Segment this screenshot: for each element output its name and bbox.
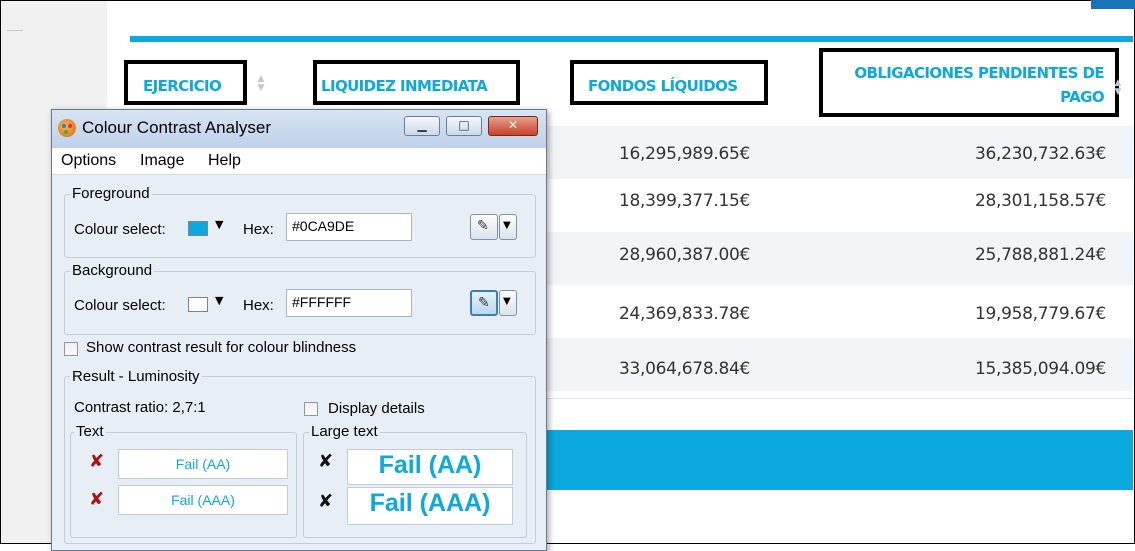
gutter-dash — [7, 30, 23, 31]
fg-hex-input[interactable]: #0CA9DE — [286, 213, 412, 241]
chevron-down-icon: ▼ — [503, 296, 511, 307]
corner-tab — [1091, 0, 1135, 9]
bg-hex-label: Hex: — [243, 297, 274, 314]
cross-icon: ✘ — [89, 451, 105, 472]
background-label: Background — [70, 262, 155, 279]
bg-colour-select[interactable]: ▼ — [188, 294, 238, 316]
chevron-down-icon: ▼ — [215, 218, 224, 231]
minimize-icon: ▁ — [417, 118, 427, 132]
palette-icon — [58, 119, 76, 137]
display-details-checkbox[interactable] — [304, 402, 318, 416]
bg-picker-button[interactable]: ✎ — [470, 290, 498, 316]
cell-obligaciones: 19,958,779.67€ — [975, 304, 1106, 324]
cross-icon: ✘ — [318, 451, 334, 472]
bg-swatch — [188, 297, 208, 312]
text-aaa-result: Fail (AAA) — [118, 485, 288, 515]
cell-fondos: 18,399,377.15€ — [619, 191, 750, 211]
header-outline-obligaciones — [819, 48, 1119, 117]
cell-fondos: 16,295,989.65€ — [619, 144, 750, 164]
fg-colour-select-label: Colour select: — [74, 221, 166, 238]
chevron-down-icon: ▼ — [215, 294, 224, 307]
text-aa-result: Fail (AA) — [118, 449, 288, 479]
header-obligaciones-line2[interactable]: PAGO — [830, 88, 1104, 106]
eyedropper-icon: ✎ — [477, 218, 489, 234]
fg-colour-select[interactable]: ▼ — [188, 218, 238, 240]
maximize-icon: □ — [458, 118, 470, 132]
maximize-button[interactable]: □ — [446, 116, 482, 136]
large-aaa-result: Fail (AAA) — [347, 487, 513, 525]
foreground-label: Foreground — [70, 185, 152, 202]
large-aa-result: Fail (AA) — [347, 449, 513, 485]
cross-icon: ✘ — [89, 489, 105, 510]
table-top-rule — [130, 36, 1133, 42]
header-liquidez[interactable]: LIQUIDEZ INMEDIATA — [321, 77, 488, 95]
bg-colour-select-label: Colour select: — [74, 297, 166, 314]
fg-picker-button[interactable]: ✎ — [470, 214, 498, 240]
result-label: Result - Luminosity — [70, 368, 202, 385]
menu-help[interactable]: Help — [208, 152, 241, 170]
menu-image[interactable]: Image — [140, 152, 184, 170]
cell-obligaciones: 25,788,881.24€ — [975, 245, 1106, 265]
header-fondos[interactable]: FONDOS LÍQUIDOS — [588, 77, 738, 95]
cell-fondos: 28,960,387.00€ — [619, 245, 750, 265]
text-label: Text — [74, 423, 106, 440]
sort-icon[interactable]: ▲ ▼ — [1113, 79, 1123, 99]
header-ejercicio[interactable]: EJERCICIO — [143, 77, 222, 95]
fg-hex-label: Hex: — [243, 221, 274, 238]
menu-bar: Options Image Help — [52, 148, 546, 175]
colour-contrast-dialog: Colour Contrast Analyser ▁ □ ✕ Options I… — [51, 109, 547, 551]
fg-swatch — [188, 221, 208, 236]
contrast-ratio: Contrast ratio: 2,7:1 — [74, 399, 206, 416]
close-button[interactable]: ✕ — [488, 116, 538, 136]
colour-blindness-label: Show contrast result for colour blindnes… — [86, 339, 357, 356]
display-details-label: Display details — [328, 400, 425, 417]
minimize-button[interactable]: ▁ — [404, 116, 440, 136]
cell-obligaciones: 28,301,158.57€ — [975, 191, 1106, 211]
bg-picker-dropdown[interactable]: ▼ — [499, 290, 517, 316]
cross-icon: ✘ — [318, 491, 334, 512]
cell-obligaciones: 36,230,732.63€ — [975, 144, 1106, 164]
colour-blindness-checkbox[interactable] — [64, 342, 78, 356]
dialog-title: Colour Contrast Analyser — [82, 118, 271, 137]
bg-hex-input[interactable]: #FFFFFF — [286, 289, 412, 317]
cell-fondos: 33,064,678.84€ — [619, 359, 750, 379]
cell-obligaciones: 15,385,094.09€ — [975, 359, 1106, 379]
close-icon: ✕ — [507, 118, 519, 132]
header-obligaciones-line1[interactable]: OBLIGACIONES PENDIENTES DE — [830, 64, 1104, 82]
fg-picker-dropdown[interactable]: ▼ — [499, 214, 517, 240]
large-text-label: Large text — [309, 423, 380, 440]
dialog-titlebar[interactable]: Colour Contrast Analyser ▁ □ ✕ — [52, 110, 546, 149]
sort-icon[interactable]: ▲ ▼ — [256, 75, 266, 95]
eyedropper-icon: ✎ — [478, 295, 490, 311]
cell-fondos: 24,369,833.78€ — [619, 304, 750, 324]
menu-options[interactable]: Options — [61, 152, 116, 170]
chevron-down-icon: ▼ — [503, 220, 511, 231]
